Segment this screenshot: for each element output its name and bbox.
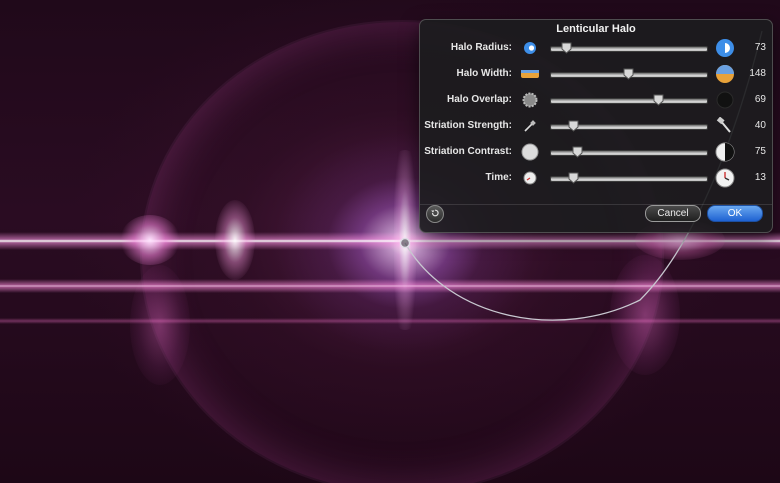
large-hammer-icon[interactable] <box>714 116 736 136</box>
param-value: 148 <box>749 68 766 79</box>
param-label: Striation Contrast: <box>424 146 512 157</box>
param-value: 13 <box>754 172 766 183</box>
small-hammer-icon[interactable] <box>520 116 540 136</box>
param-label: Halo Width: <box>456 68 512 79</box>
param-row-time: Time: 13 <box>420 168 772 188</box>
dark-circle-icon[interactable] <box>714 90 736 110</box>
param-value: 73 <box>754 42 766 53</box>
param-value: 40 <box>754 120 766 131</box>
param-row-halo-width: Halo Width: 148 <box>420 64 772 84</box>
slider-knob[interactable] <box>561 41 572 54</box>
reset-button[interactable] <box>426 205 444 223</box>
param-value: 69 <box>754 94 766 105</box>
param-row-striation-contrast: Striation Contrast: 75 <box>420 142 772 162</box>
large-clock-icon[interactable] <box>714 168 736 188</box>
halo-overlap-slider[interactable] <box>550 98 708 104</box>
flare-spot <box>215 200 255 280</box>
light-streak <box>0 279 780 293</box>
flare-glow <box>610 255 680 375</box>
param-label: Halo Overlap: <box>446 94 512 105</box>
small-radius-icon[interactable] <box>520 38 540 58</box>
param-row-halo-overlap: Halo Overlap: 69 <box>420 90 772 110</box>
param-label: Halo Radius: <box>450 42 512 53</box>
slider-knob[interactable] <box>653 93 664 106</box>
hud-title: Lenticular Halo <box>556 23 636 35</box>
param-label: Time: <box>485 172 513 183</box>
light-streak <box>0 318 780 324</box>
low-contrast-icon[interactable] <box>520 142 540 162</box>
slider-knob[interactable] <box>568 119 579 132</box>
param-row-halo-radius: Halo Radius: 73 <box>420 38 772 58</box>
halo-radius-slider[interactable] <box>550 46 708 52</box>
flare-spot <box>120 215 180 265</box>
slider-knob[interactable] <box>623 67 634 80</box>
lenticular-halo-hud: Lenticular Halo Halo Radius: 73 Halo Wid… <box>419 19 773 233</box>
param-value: 75 <box>754 146 766 157</box>
gear-overlap-icon[interactable] <box>520 90 540 110</box>
large-radius-icon[interactable] <box>714 38 736 58</box>
high-contrast-icon[interactable] <box>714 142 736 162</box>
small-clock-icon[interactable] <box>520 168 540 188</box>
cancel-button[interactable]: Cancel <box>645 205 701 222</box>
ok-button[interactable]: OK <box>707 205 763 222</box>
thin-width-icon[interactable] <box>520 64 540 84</box>
reset-arrow-icon <box>430 205 440 223</box>
wide-width-icon[interactable] <box>714 64 736 84</box>
param-row-striation-strength: Striation Strength: 40 <box>420 116 772 136</box>
slider-knob[interactable] <box>568 171 579 184</box>
flare-vertical <box>394 150 416 330</box>
param-label: Striation Strength: <box>424 120 512 131</box>
slider-knob[interactable] <box>572 145 583 158</box>
